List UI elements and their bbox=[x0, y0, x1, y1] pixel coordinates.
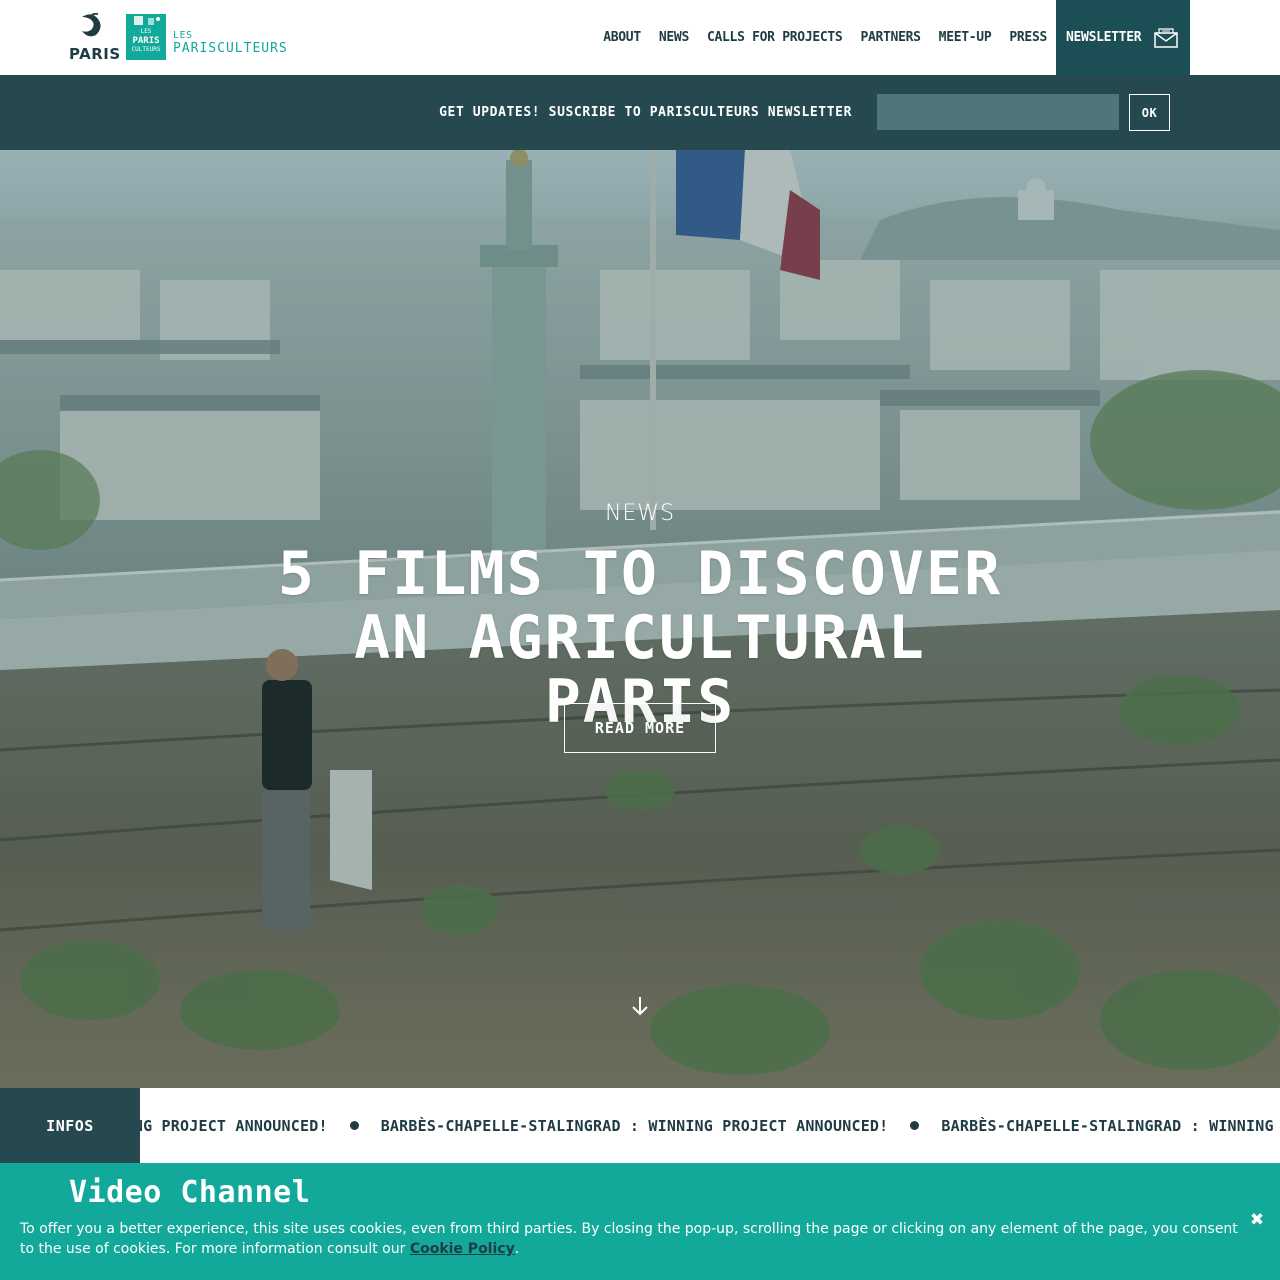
ticker-item[interactable]: BARBÈS-CHAPELLE-STALINGRAD : WINNING PRO… bbox=[140, 1117, 328, 1135]
nav-newsletter-label: NEWSLETTER bbox=[1066, 30, 1142, 45]
hero-banner: NEWS 5 FILMS TO DISCOVER AN AGRICULTURAL… bbox=[0, 150, 1280, 1088]
cookie-policy-link[interactable]: Cookie Policy bbox=[410, 1241, 515, 1257]
main-nav: ABOUT NEWS CALLS FOR PROJECTS PARTNERS M… bbox=[594, 0, 1190, 75]
ticker-item[interactable]: BARBÈS-CHAPELLE-STALINGRAD : WINNING PRO… bbox=[381, 1117, 889, 1135]
nav-partners[interactable]: PARTNERS bbox=[851, 0, 929, 75]
cookie-text: To offer you a better experience, this s… bbox=[20, 1219, 1250, 1259]
ticker-item[interactable]: BARBÈS-CHAPELLE-STALINGRAD : WINNING PRO… bbox=[941, 1117, 1280, 1135]
parisculteurs-logo[interactable]: LES PARIS CULTEURS LES PARISCULTEURS bbox=[126, 14, 306, 62]
close-icon[interactable]: ✖ bbox=[1249, 1212, 1265, 1229]
newsletter-subscribe-bar: GET UPDATES! SUSCRIBE TO PARISCULTEURS N… bbox=[0, 75, 1280, 150]
subscribe-label: GET UPDATES! SUSCRIBE TO PARISCULTEURS N… bbox=[439, 105, 852, 120]
arrow-down-icon[interactable] bbox=[630, 995, 650, 1017]
newsletter-email-input[interactable] bbox=[877, 94, 1119, 130]
plant-icon bbox=[134, 16, 160, 25]
ville-de-paris-logo[interactable]: PARIS bbox=[68, 13, 121, 63]
ticker-track: BARBÈS-CHAPELLE-STALINGRAD : WINNING PRO… bbox=[140, 1088, 1280, 1163]
ticker-label: INFOS bbox=[0, 1088, 140, 1163]
cookie-message: To offer you a better experience, this s… bbox=[20, 1221, 1238, 1257]
parisculteurs-name: PARISCULTEURS bbox=[173, 41, 288, 56]
cookie-message-end: . bbox=[514, 1241, 520, 1257]
nav-newsletter[interactable]: NEWSLETTER bbox=[1056, 0, 1190, 75]
nav-press[interactable]: PRESS bbox=[1000, 0, 1056, 75]
nav-news[interactable]: NEWS bbox=[650, 0, 698, 75]
read-more-button[interactable]: READ MORE bbox=[564, 703, 716, 753]
hero-category: NEWS bbox=[604, 501, 676, 526]
nav-calls-for-projects[interactable]: CALLS FOR PROJECTS bbox=[698, 0, 851, 75]
news-ticker: INFOS BARBÈS-CHAPELLE-STALINGRAD : WINNI… bbox=[0, 1088, 1280, 1163]
subscribe-ok-button[interactable]: OK bbox=[1129, 94, 1170, 131]
paris-logo-text: PARIS bbox=[69, 45, 121, 63]
cookie-banner: To offer you a better experience, this s… bbox=[0, 1203, 1280, 1280]
paris-ship-icon bbox=[82, 13, 101, 37]
parisculteurs-logo-box: LES PARIS CULTEURS bbox=[126, 14, 166, 60]
nav-meet-up[interactable]: MEET-UP bbox=[930, 0, 1001, 75]
ticker-separator bbox=[349, 1121, 359, 1130]
parisculteurs-box-text: LES PARIS CULTEURS bbox=[131, 28, 161, 53]
site-header: PARIS LES PARIS CULTEURS LES PARISCULTEU… bbox=[0, 0, 1280, 75]
mail-icon bbox=[1154, 27, 1179, 48]
parisculteurs-les: LES bbox=[173, 30, 193, 41]
nav-about[interactable]: ABOUT bbox=[594, 0, 650, 75]
ticker-separator bbox=[910, 1121, 920, 1130]
ticker-inner: BARBÈS-CHAPELLE-STALINGRAD : WINNING PRO… bbox=[140, 1088, 1280, 1163]
